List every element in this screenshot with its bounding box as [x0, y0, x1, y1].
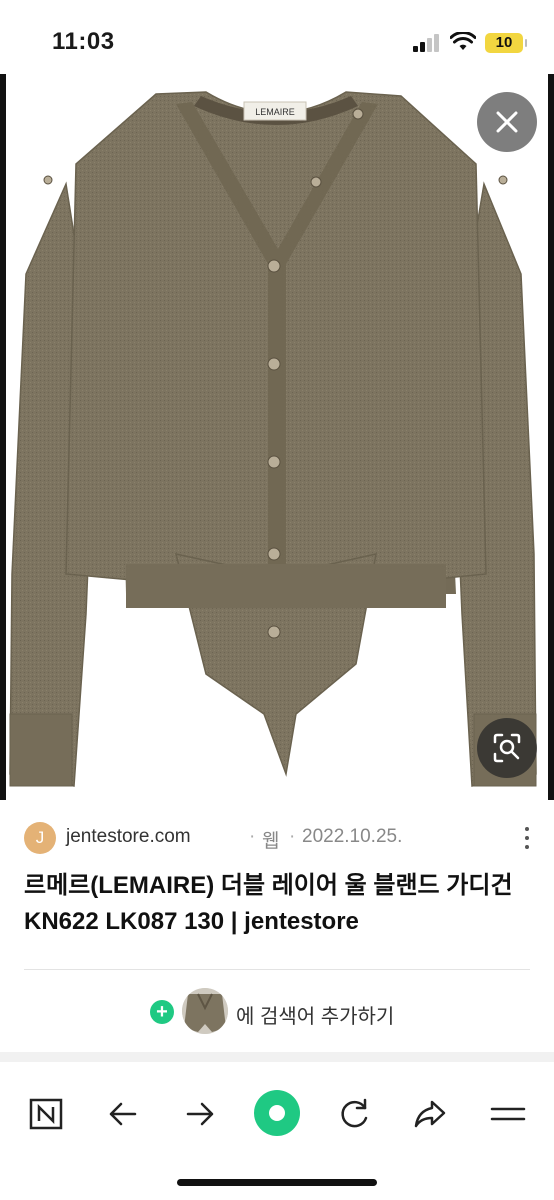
section-divider: [0, 1052, 554, 1062]
green-dot-icon[interactable]: [252, 1088, 302, 1138]
n-home-icon[interactable]: [26, 1094, 66, 1134]
bottom-navigation: [0, 1074, 554, 1154]
forward-arrow-icon[interactable]: [180, 1094, 220, 1134]
share-icon[interactable]: [410, 1094, 450, 1134]
result-title[interactable]: 르메르(LEMAIRE) 더블 레이어 울 블랜드 가디건 KN622 LK08…: [24, 868, 534, 940]
brand-tag-text: LEMAIRE: [255, 107, 295, 117]
cellular-signal-icon: [413, 34, 439, 52]
cardigan-illustration: LEMAIRE: [9, 91, 537, 787]
more-options-icon[interactable]: [521, 822, 533, 854]
image-thumbnail: [182, 988, 228, 1034]
status-time: 11:03: [52, 28, 115, 55]
site-domain[interactable]: jentestore.com: [66, 826, 191, 848]
image-edge-right: [548, 74, 554, 800]
wifi-icon: [450, 32, 476, 50]
refresh-icon[interactable]: [334, 1094, 374, 1134]
status-bar: 11:03 10: [0, 0, 554, 80]
separator-dot: ·: [249, 826, 256, 847]
product-image[interactable]: LEMAIRE: [0, 74, 554, 800]
add-search-label: 에 검색어 추가하기: [236, 1006, 395, 1028]
site-favicon: J: [24, 822, 56, 854]
divider: [24, 969, 530, 970]
lens-search-icon: [493, 733, 521, 763]
source-type: 웹: [262, 831, 280, 852]
close-button[interactable]: [477, 92, 537, 152]
separator-dot: ·: [289, 826, 296, 847]
menu-icon[interactable]: [488, 1094, 528, 1134]
add-search-term-button[interactable]: + 에 검색어 추가하기: [150, 988, 450, 1036]
close-icon: [496, 111, 518, 133]
result-date: 2022.10.25.: [302, 826, 403, 847]
back-arrow-icon[interactable]: [103, 1094, 143, 1134]
battery-indicator: 10: [485, 33, 527, 53]
home-indicator[interactable]: [177, 1179, 377, 1186]
image-search-button[interactable]: [477, 718, 537, 778]
result-source[interactable]: J jentestore.com · 웹 · 2022.10.25.: [24, 822, 534, 854]
plus-icon: +: [150, 1000, 174, 1024]
